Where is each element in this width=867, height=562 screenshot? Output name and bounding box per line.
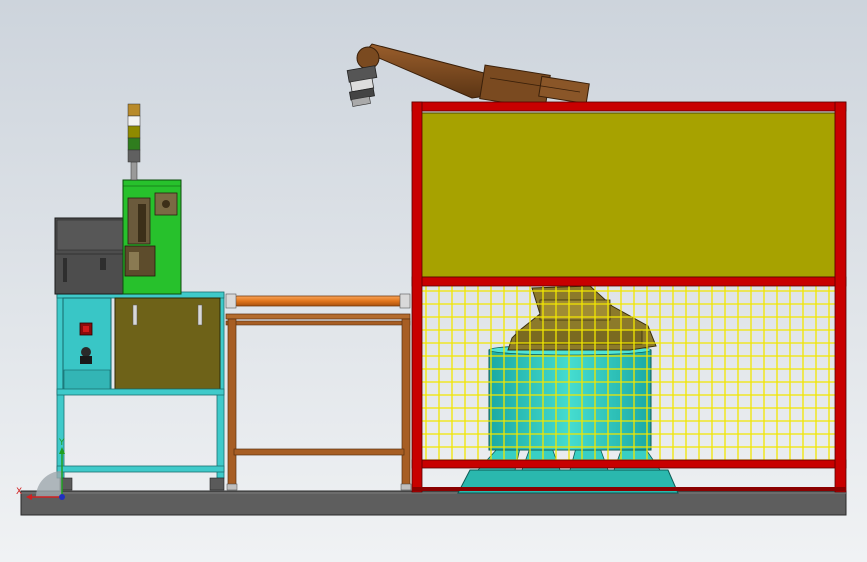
selector-switch (81, 347, 91, 357)
fence-post-left (411, 101, 423, 493)
leveling-foot (209, 477, 225, 491)
conveyor-pipe (232, 295, 406, 307)
floor-base (20, 490, 847, 516)
robot-base-cylinder (488, 349, 652, 451)
axis-x-label: X (16, 487, 22, 497)
cabinet-side-panel (114, 297, 221, 390)
cad-assembly-view: X Y (0, 0, 867, 562)
axis-y-label: Y (58, 438, 65, 448)
fence-post-right (834, 101, 847, 493)
fence-solid-panel (420, 112, 836, 278)
